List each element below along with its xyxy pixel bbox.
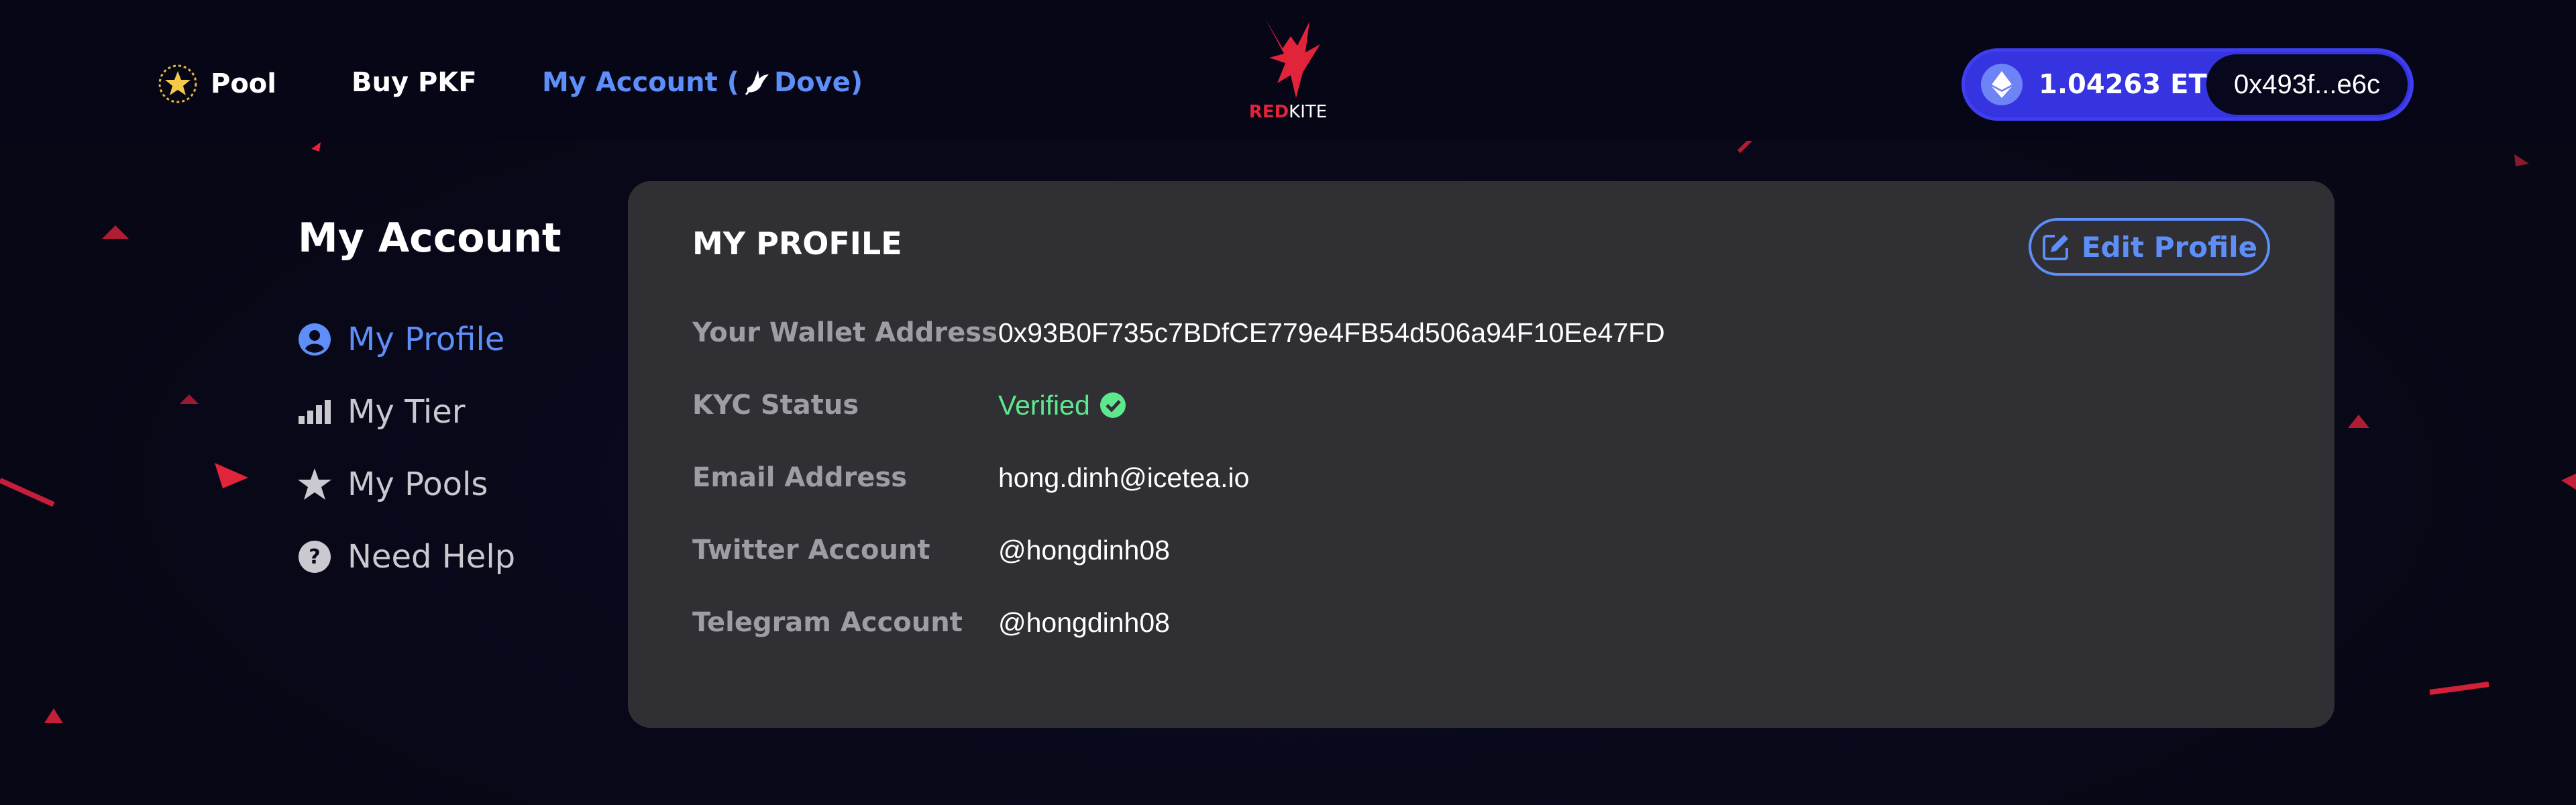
profile-row-wallet: Your Wallet Address 0x93B0F735c7BDfCE779… — [692, 313, 1665, 353]
kyc-status-text: Verified — [998, 389, 1090, 421]
star-icon — [298, 468, 331, 501]
sidebar-item-my-tier[interactable]: My Tier — [298, 393, 466, 431]
sidebar-item-label: My Profile — [347, 321, 505, 358]
kyc-status-label: KYC Status — [692, 390, 859, 421]
eth-balance: 1.04263 ETH — [2039, 69, 2230, 100]
nav-buy-pkf-link[interactable]: Buy PKF — [352, 67, 477, 98]
telegram-account-label: Telegram Account — [692, 607, 963, 638]
edit-profile-label: Edit Profile — [2081, 230, 2258, 264]
wallet-address-pill[interactable]: 0x493f...e6c — [2206, 54, 2408, 115]
profile-row-kyc: KYC Status Verified — [692, 385, 1126, 425]
sidebar-item-label: My Pools — [347, 466, 488, 503]
sidebar-item-label: Need Help — [347, 538, 516, 576]
sidebar-item-label: My Tier — [347, 393, 466, 431]
top-navigation-bar: Pool Buy PKF My Account ( Dove) REDKITE — [0, 0, 2576, 141]
nav-pool-label: Pool — [211, 68, 276, 99]
kyc-status-value: Verified — [998, 390, 1126, 421]
edit-profile-button[interactable]: Edit Profile — [2029, 218, 2270, 276]
svg-text:?: ? — [309, 545, 320, 569]
ethereum-icon — [1981, 64, 2023, 105]
sidebar-item-my-profile[interactable]: My Profile — [298, 321, 504, 358]
dove-icon — [745, 70, 769, 95]
logo-text-red: RED — [1248, 102, 1289, 122]
edit-pencil-icon — [2042, 235, 2068, 260]
user-circle-icon — [298, 323, 331, 356]
nav-account-tier: Dove) — [773, 67, 863, 98]
profile-row-twitter: Twitter Account @hongdinh08 — [692, 530, 1170, 570]
signal-bars-icon — [298, 395, 331, 429]
telegram-account-value: @hongdinh08 — [998, 606, 1170, 638]
email-address-value: hong.dinh@icetea.io — [998, 462, 1250, 493]
page: Pool Buy PKF My Account ( Dove) REDKITE — [0, 0, 2576, 805]
profile-row-email: Email Address hong.dinh@icetea.io — [692, 458, 1249, 498]
star-badge-icon — [158, 64, 197, 103]
sidebar-item-my-pools[interactable]: My Pools — [298, 466, 488, 503]
profile-card: MY PROFILE Edit Profile Your Wallet Addr… — [628, 181, 2334, 728]
logo-text-white: KITE — [1289, 102, 1328, 122]
sidebar-title: My Account — [298, 215, 561, 262]
wallet-address-label: Your Wallet Address — [692, 317, 998, 348]
nav-my-account-link[interactable]: My Account ( Dove) — [542, 67, 863, 98]
question-circle-icon: ? — [298, 540, 331, 574]
nav-buy-label: Buy PKF — [352, 67, 477, 98]
profile-title: MY PROFILE — [692, 225, 902, 262]
logo-text: REDKITE — [1244, 102, 1332, 122]
email-address-label: Email Address — [692, 462, 908, 493]
profile-row-telegram: Telegram Account @hongdinh08 — [692, 602, 1170, 643]
nav-account-prefix: My Account ( — [542, 67, 739, 98]
sidebar-item-need-help[interactable]: ? Need Help — [298, 538, 515, 576]
check-circle-icon — [1099, 392, 1126, 418]
twitter-account-value: @hongdinh08 — [998, 534, 1170, 566]
wallet-address-value: 0x93B0F735c7BDfCE779e4FB54d506a94F10Ee47… — [998, 317, 1665, 348]
nav-pool-link[interactable]: Pool — [158, 64, 276, 103]
twitter-account-label: Twitter Account — [692, 535, 930, 566]
kite-bird-icon — [1265, 19, 1320, 98]
redkite-logo[interactable]: REDKITE — [1244, 19, 1332, 129]
wallet-button[interactable]: 1.04263 ETH 0x493f...e6c — [1962, 48, 2414, 121]
